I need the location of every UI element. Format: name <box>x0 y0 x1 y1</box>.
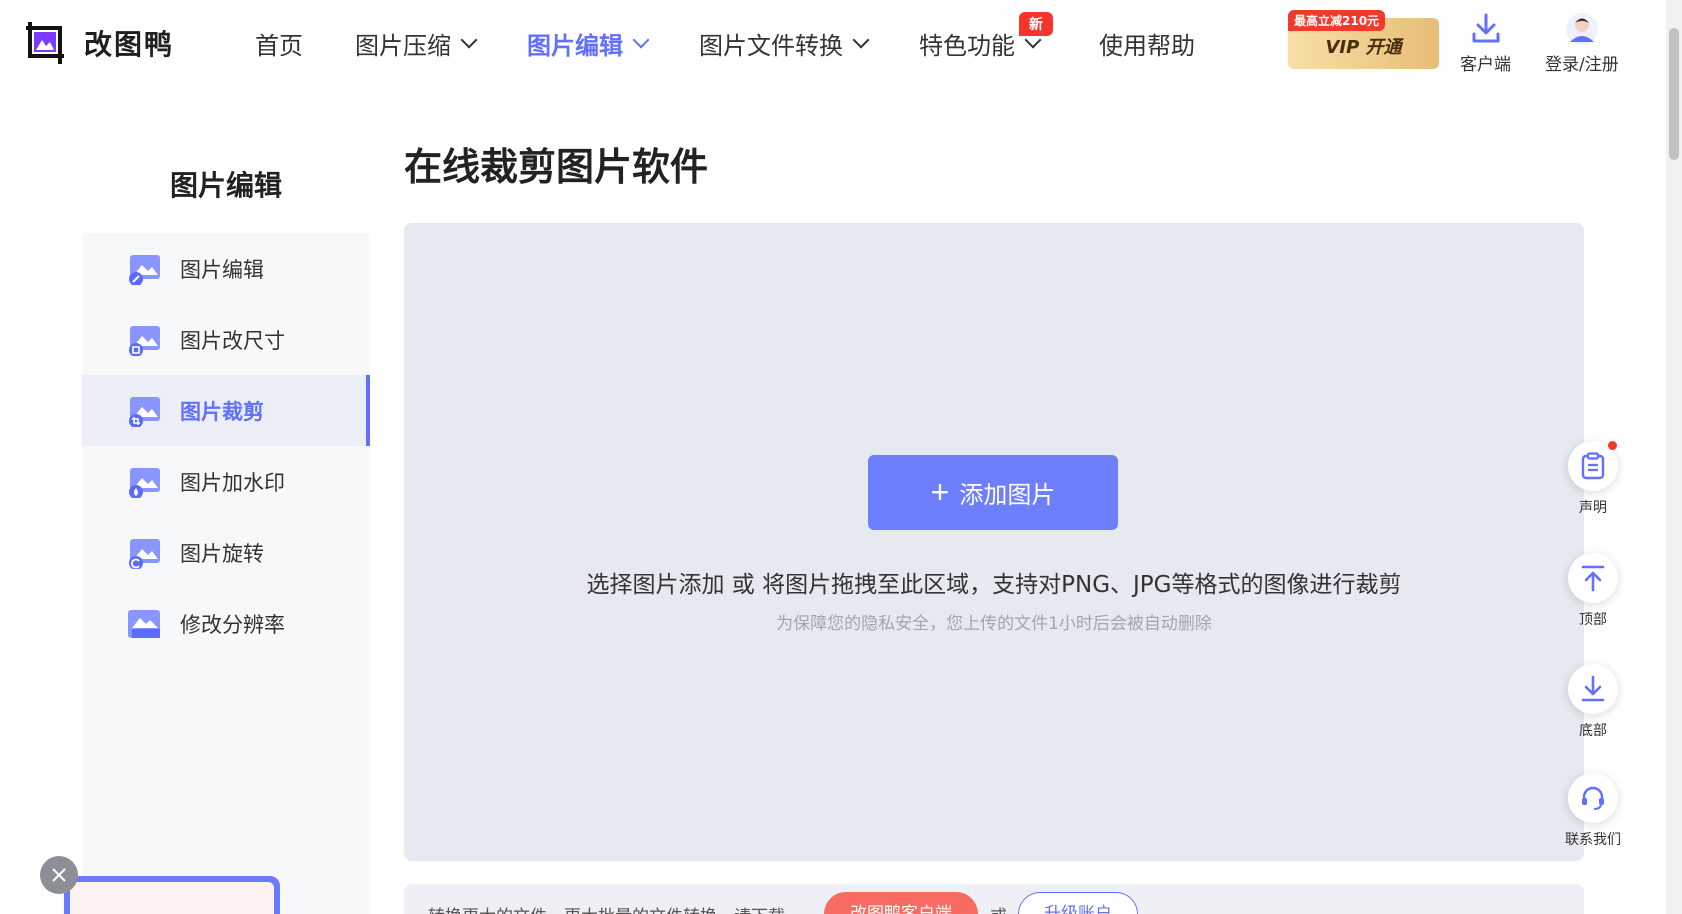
statement-circle <box>1568 441 1618 491</box>
promo-card-body <box>70 882 274 914</box>
image-rotate-icon <box>129 538 160 569</box>
image-edit-icon <box>129 254 160 285</box>
promo-card[interactable] <box>64 876 280 914</box>
logo-text: 改图鸭 <box>84 28 175 61</box>
statement-button[interactable]: 声明 <box>1565 441 1621 517</box>
vip-discount-badge: 最高立减210元 <box>1288 10 1386 31</box>
sidebar-item-label: 图片改尺寸 <box>180 328 285 353</box>
sidebar-item-label: 图片裁剪 <box>180 399 264 424</box>
login-label: 登录/注册 <box>1545 55 1619 75</box>
sidebar-item-label: 修改分辨率 <box>180 612 285 637</box>
nav-features-label: 特色功能 <box>919 32 1015 60</box>
download-tip-text: 转换更大的文件、更大批量的文件转换，请下载 <box>428 902 785 914</box>
sidebar: 图片编辑 图片编辑 图片改尺寸 图片裁剪 图片加水印 图片旋转 修改分辨率 <box>82 150 370 914</box>
new-badge: 新 <box>1019 12 1053 36</box>
sidebar-item-image-crop[interactable]: 图片裁剪 <box>82 375 370 446</box>
sidebar-item-label: 图片旋转 <box>180 541 264 566</box>
chevron-down-icon <box>460 31 478 48</box>
download-tip-bar: 转换更大的文件、更大批量的文件转换，请下载 改图鸭客户端 或 升级账户 <box>404 884 1584 914</box>
close-icon <box>52 868 66 882</box>
clipboard-icon <box>1581 452 1605 480</box>
page-scrollbar[interactable] <box>1666 0 1682 914</box>
add-image-label: 添加图片 <box>959 482 1056 509</box>
main-nav: 首页 图片压缩 图片编辑 图片文件转换 特色功能 新 使用帮助 <box>255 12 1195 61</box>
sidebar-item-image-resolution[interactable]: 修改分辨率 <box>82 588 370 659</box>
image-resize-icon <box>129 325 160 356</box>
arrow-down-icon <box>1581 675 1605 702</box>
bottom-label: 底部 <box>1579 723 1607 739</box>
statement-label: 声明 <box>1579 500 1607 516</box>
or-text: 或 <box>990 902 1007 914</box>
image-resolution-icon <box>128 609 160 638</box>
arrow-up-icon <box>1581 565 1605 592</box>
page-title: 在线裁剪图片软件 <box>404 145 709 189</box>
sidebar-title: 图片编辑 <box>82 150 370 232</box>
nav-compress[interactable]: 图片压缩 <box>355 26 478 61</box>
upload-dropzone[interactable]: + 添加图片 选择图片添加 或 将图片拖拽至此区域，支持对PNG、JPG等格式的… <box>404 223 1584 861</box>
notification-dot <box>1608 441 1617 450</box>
scrollbar-thumb[interactable] <box>1669 28 1679 160</box>
logo[interactable]: 改图鸭 <box>24 20 174 66</box>
go-to-bottom-button[interactable]: 底部 <box>1565 664 1621 740</box>
client-download-button[interactable]: 客户端 <box>1460 12 1511 75</box>
add-image-button[interactable]: + 添加图片 <box>868 455 1118 530</box>
bottom-circle <box>1568 664 1618 714</box>
nav-file-convert-label: 图片文件转换 <box>699 32 843 60</box>
avatar-icon <box>1565 13 1598 45</box>
sidebar-list: 图片编辑 图片改尺寸 图片裁剪 图片加水印 图片旋转 修改分辨率 <box>82 233 370 914</box>
promo-close-button[interactable] <box>40 856 78 894</box>
nav-compress-label: 图片压缩 <box>355 32 451 60</box>
vip-label: VIP 开通 <box>1325 37 1402 58</box>
upgrade-account-button[interactable]: 升级账户 <box>1018 892 1138 914</box>
sidebar-item-image-resize[interactable]: 图片改尺寸 <box>82 304 370 375</box>
top-label: 顶部 <box>1579 612 1607 628</box>
download-client-button[interactable]: 改图鸭客户端 <box>824 892 978 914</box>
download-icon <box>1472 13 1499 43</box>
plus-icon: + <box>930 473 950 510</box>
nav-help-label: 使用帮助 <box>1099 32 1195 60</box>
client-label: 客户端 <box>1460 55 1511 75</box>
contact-us-button[interactable]: 联系我们 <box>1565 773 1621 849</box>
chevron-down-icon <box>852 31 870 48</box>
nav-home-label: 首页 <box>255 32 303 60</box>
sidebar-item-label: 图片编辑 <box>180 257 264 282</box>
sidebar-item-image-edit[interactable]: 图片编辑 <box>82 233 370 304</box>
privacy-note: 为保障您的隐私安全，您上传的文件1小时后会被自动删除 <box>776 614 1212 634</box>
image-watermark-icon <box>129 467 160 498</box>
vip-button[interactable]: 最高立减210元 VIP 开通 <box>1288 10 1439 69</box>
nav-image-edit[interactable]: 图片编辑 <box>527 26 650 61</box>
nav-home[interactable]: 首页 <box>255 26 303 61</box>
sidebar-item-image-watermark[interactable]: 图片加水印 <box>82 446 370 517</box>
top-header: 改图鸭 首页 图片压缩 图片编辑 图片文件转换 特色功能 新 使用帮助 最高立减… <box>0 0 1666 88</box>
image-crop-icon <box>129 396 160 427</box>
nav-file-convert[interactable]: 图片文件转换 <box>699 26 870 61</box>
dropzone-instructions: 选择图片添加 或 将图片拖拽至此区域，支持对PNG、JPG等格式的图像进行裁剪 <box>586 572 1402 598</box>
sidebar-item-label: 图片加水印 <box>180 470 285 495</box>
nav-features[interactable]: 特色功能 新 <box>919 12 1053 61</box>
login-register-button[interactable]: 登录/注册 <box>1545 12 1619 75</box>
chevron-down-icon <box>632 31 650 48</box>
nav-image-edit-label: 图片编辑 <box>527 32 623 60</box>
nav-help[interactable]: 使用帮助 <box>1099 26 1195 61</box>
back-to-top-button[interactable]: 顶部 <box>1565 553 1621 629</box>
sidebar-item-image-rotate[interactable]: 图片旋转 <box>82 517 370 588</box>
contact-label: 联系我们 <box>1565 832 1621 848</box>
logo-icon <box>24 20 70 66</box>
headset-icon <box>1582 786 1604 810</box>
contact-circle <box>1568 773 1618 823</box>
top-circle <box>1568 553 1618 603</box>
